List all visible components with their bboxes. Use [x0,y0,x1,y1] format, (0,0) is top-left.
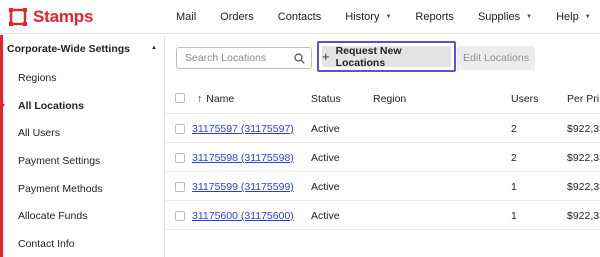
sidebar-item-contact-info[interactable]: Contact Info [18,238,75,250]
sidebar: Corporate-Wide Settings ▲ Regions All Lo… [0,35,165,257]
nav-history-label: History [345,11,380,23]
column-header-name[interactable]: ↑ Name [197,93,234,105]
chevron-down-icon: ▼ [584,14,591,20]
nav-orders[interactable]: Orders [220,11,254,23]
location-users: 2 [511,123,517,135]
plus-icon: + [322,49,330,64]
brand-logo[interactable]: Stamps [9,7,93,27]
location-users: 2 [511,152,517,164]
location-per-printer: $922,33 [567,181,600,193]
row-checkbox[interactable] [175,182,185,192]
stamps-logo-icon [9,8,27,26]
nav-reports-label: Reports [415,11,454,23]
row-checkbox[interactable] [175,124,185,134]
chevron-down-icon: ▼ [526,14,533,20]
location-name-link[interactable]: 31175599 (31175599) [192,181,294,193]
table-header-row: ↑ Name Status Region Users Per Pri [166,84,600,114]
location-status: Active [311,123,340,135]
row-checkbox[interactable] [175,153,185,163]
location-status: Active [311,152,340,164]
nav-reports[interactable]: Reports [415,11,454,23]
sidebar-item-payment-methods[interactable]: Payment Methods [18,183,103,195]
request-new-locations-label: Request New Locations [335,44,402,69]
sort-ascending-icon: ↑ [197,93,203,105]
chevron-down-icon: ▼ [385,14,392,20]
table-row: 31175599 (31175599) Active 1 $922,33 [166,172,600,201]
top-navigation-bar: Stamps Mail Orders Contacts History ▼ Rep… [0,0,600,34]
chevron-up-icon: ▲ [151,45,157,51]
edit-locations-label: Edit Locations [463,52,529,64]
brand-name: Stamps [33,7,94,26]
request-new-locations-button[interactable]: + Request New Locations [317,41,456,72]
select-all-checkbox[interactable] [175,93,185,103]
table-row: 31175600 (31175600) Active 1 $922,33 [166,201,600,230]
column-header-per-printer[interactable]: Per Pri [567,93,599,105]
nav-contacts[interactable]: Contacts [278,11,321,23]
table-row: 31175598 (31175598) Active 2 $922,33 [166,143,600,172]
sidebar-item-allocate-funds[interactable]: Allocate Funds [18,210,87,222]
sidebar-accent-bar [0,35,3,257]
location-status: Active [311,181,340,193]
location-name-link[interactable]: 31175597 (31175597) [192,123,294,135]
location-users: 1 [511,210,517,222]
column-header-users[interactable]: Users [511,93,538,105]
table-row: 31175597 (31175597) Active 2 $922,33 [166,114,600,143]
edit-locations-button[interactable]: Edit Locations [457,46,535,70]
nav-contacts-label: Contacts [277,11,322,23]
column-header-name-label: Name [206,93,235,105]
location-name-link[interactable]: 31175598 (31175598) [192,152,294,164]
location-name-link[interactable]: 31175600 (31175600) [192,210,294,222]
sidebar-section-title: Corporate-Wide Settings [7,43,130,55]
main-nav: Mail Orders Contacts History ▼ Reports Su… [176,0,600,34]
nav-supplies-label: Supplies [477,11,521,23]
sidebar-item-payment-settings[interactable]: Payment Settings [18,155,100,167]
nav-help[interactable]: Help ▼ [556,11,591,23]
location-per-printer: $922,33 [567,210,600,222]
location-users: 1 [511,181,517,193]
sidebar-item-all-users[interactable]: All Users [18,127,60,139]
location-per-printer: $922,33 [567,152,600,164]
nav-mail-label: Mail [176,11,197,23]
active-item-indicator [0,101,5,109]
column-header-status[interactable]: Status [311,93,341,105]
row-checkbox[interactable] [175,211,185,221]
nav-history[interactable]: History ▼ [345,11,391,23]
nav-mail[interactable]: Mail [176,11,196,23]
nav-orders-label: Orders [220,11,254,23]
sidebar-item-all-locations[interactable]: All Locations [18,100,84,112]
search-input[interactable] [185,51,290,65]
location-per-printer: $922,33 [567,123,600,135]
sidebar-section-header[interactable]: Corporate-Wide Settings ▲ [7,43,157,55]
nav-help-label: Help [556,11,579,23]
search-box[interactable] [176,47,312,69]
search-icon[interactable] [294,53,305,64]
location-status: Active [311,210,340,222]
nav-supplies[interactable]: Supplies ▼ [478,11,532,23]
column-header-region[interactable]: Region [373,93,406,105]
request-new-locations-button-body: + Request New Locations [322,44,451,69]
sidebar-item-regions[interactable]: Regions [18,72,57,84]
